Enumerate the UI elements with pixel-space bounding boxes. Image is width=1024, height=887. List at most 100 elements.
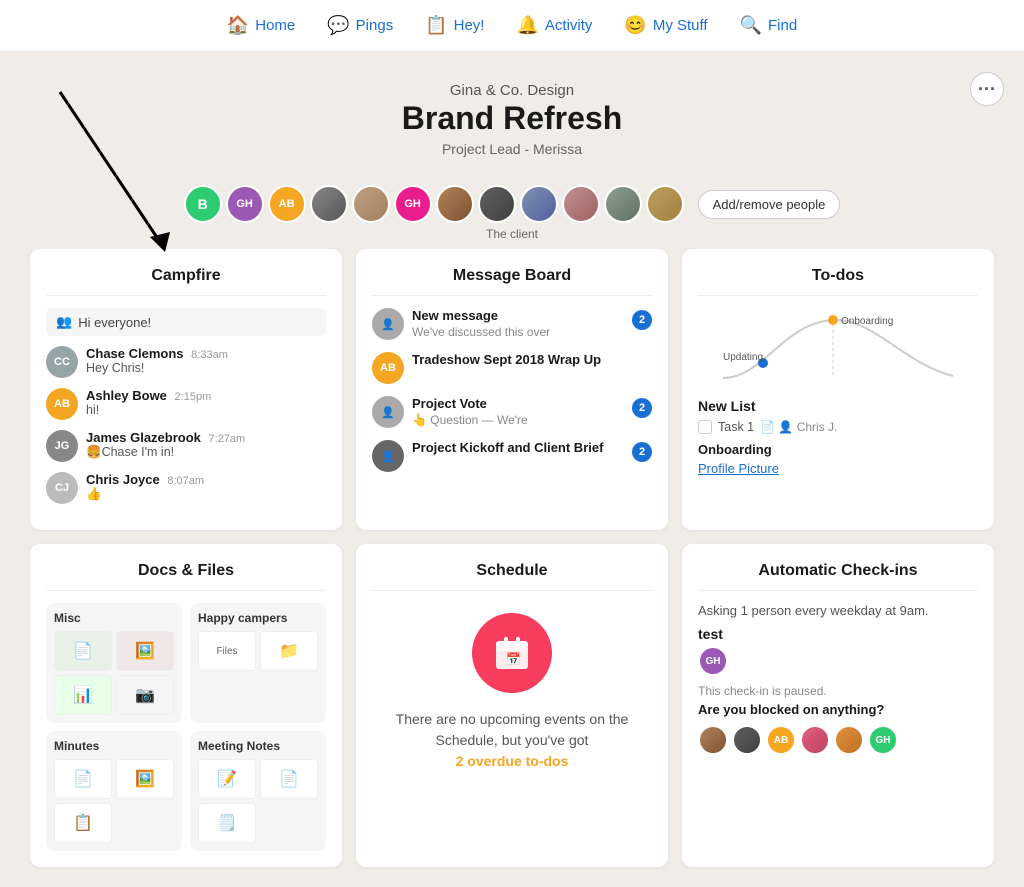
checkins-title: Automatic Check-ins bbox=[698, 562, 978, 591]
docs-file-7[interactable]: 📄 bbox=[54, 759, 112, 799]
docs-file-4[interactable]: 📷 bbox=[116, 675, 174, 715]
checkin-avatar-6[interactable]: GH bbox=[868, 725, 898, 755]
campfire-message-chris[interactable]: CJ Chris Joyce 8:07am 👍 bbox=[46, 472, 326, 504]
mb-avatar-2: AB bbox=[372, 352, 404, 384]
folder-name-misc: Misc bbox=[54, 611, 174, 625]
avatar-photo6[interactable] bbox=[562, 185, 600, 223]
mb-avatar-3: 👤 bbox=[372, 396, 404, 428]
avatar-photo8[interactable] bbox=[646, 185, 684, 223]
checkin-avatar-5[interactable] bbox=[834, 725, 864, 755]
checkin-avatar-3[interactable]: AB bbox=[766, 725, 796, 755]
campfire-message-james[interactable]: JG James Glazebrook 7:27am 🍔Chase I'm in… bbox=[46, 430, 326, 462]
svg-text:Updating: Updating bbox=[723, 352, 763, 363]
add-remove-people-button[interactable]: Add/remove people bbox=[698, 190, 841, 219]
profile-picture-link[interactable]: Profile Picture bbox=[698, 461, 978, 476]
nav-find[interactable]: 🔍 Find bbox=[740, 15, 798, 36]
nav-activity[interactable]: 🔔 Activity bbox=[516, 15, 592, 36]
avatar-photo4[interactable] bbox=[478, 185, 516, 223]
schedule-title: Schedule bbox=[372, 562, 652, 591]
find-icon: 🔍 bbox=[740, 15, 762, 36]
avatar-photo3[interactable] bbox=[436, 185, 474, 223]
nav-home[interactable]: 🏠 Home bbox=[227, 15, 295, 36]
avatar-chris: CJ bbox=[46, 472, 78, 504]
mb-badge-3: 2 bbox=[632, 398, 652, 418]
dashboard-grid: Campfire 👥 Hi everyone! CC Chase Clemons… bbox=[30, 249, 994, 867]
task-label: Task 1 bbox=[718, 420, 754, 434]
campfire-message-chase[interactable]: CC Chase Clemons 8:33am Hey Chris! bbox=[46, 346, 326, 378]
nav-home-label: Home bbox=[255, 17, 295, 34]
nav-mystuff[interactable]: 😊 My Stuff bbox=[624, 15, 707, 36]
hey-icon: 📋 bbox=[425, 15, 447, 36]
docs-folder-minutes[interactable]: Minutes 📄 🖼️ 📋 bbox=[46, 731, 182, 851]
todos-task-1[interactable]: Task 1 📄 👤 Chris J. bbox=[698, 420, 978, 434]
checkin-avatar-1[interactable] bbox=[698, 725, 728, 755]
campfire-message-ashley[interactable]: AB Ashley Bowe 2:15pm hi! bbox=[46, 388, 326, 420]
folder-name-happy-campers: Happy campers bbox=[198, 611, 318, 625]
checkin-description: Asking 1 person every weekday at 9am. bbox=[698, 603, 978, 618]
mb-badge-4: 2 bbox=[632, 442, 652, 462]
avatar-photo5[interactable] bbox=[520, 185, 558, 223]
project-header: Gina & Co. Design Brand Refresh Project … bbox=[30, 72, 994, 173]
checkins-card: Automatic Check-ins Asking 1 person ever… bbox=[682, 544, 994, 867]
docs-file-12[interactable]: 🗒️ bbox=[198, 803, 256, 843]
docs-file-5[interactable]: Files bbox=[198, 631, 256, 671]
avatar-B[interactable]: B bbox=[184, 185, 222, 223]
docs-folder-happy-campers[interactable]: Happy campers Files 📁 bbox=[190, 603, 326, 723]
nav-mystuff-label: My Stuff bbox=[653, 17, 708, 34]
avatar-ashley: AB bbox=[46, 388, 78, 420]
docs-folder-misc[interactable]: Misc 📄 🖼️ 📊 📷 bbox=[46, 603, 182, 723]
mb-item-new-message[interactable]: 👤 New message We've discussed this over … bbox=[372, 308, 652, 340]
nav-pings[interactable]: 💬 Pings bbox=[327, 15, 393, 36]
docs-folder-meeting-notes[interactable]: Meeting Notes 📝 📄 🗒️ bbox=[190, 731, 326, 851]
mb-item-tradeshow[interactable]: AB Tradeshow Sept 2018 Wrap Up bbox=[372, 352, 652, 384]
message-board-title: Message Board bbox=[372, 267, 652, 296]
main-content: ··· Gina & Co. Design Brand Refresh Proj… bbox=[0, 52, 1024, 887]
nav-hey-label: Hey! bbox=[454, 17, 485, 34]
schedule-content: 📅 There are no upcoming events on the Sc… bbox=[372, 603, 652, 782]
avatar-photo1[interactable] bbox=[310, 185, 348, 223]
msg-text-ashley: hi! bbox=[86, 403, 326, 417]
docs-file-9[interactable]: 📋 bbox=[54, 803, 112, 843]
svg-text:Onboarding: Onboarding bbox=[841, 316, 893, 327]
todos-chart: Onboarding Updating bbox=[698, 308, 978, 388]
task-assignee: 📄 👤 Chris J. bbox=[760, 420, 837, 434]
avatar-AB[interactable]: AB bbox=[268, 185, 306, 223]
people-row: B GH AB GH Add/remove people bbox=[30, 185, 994, 223]
mb-title-3: Project Vote bbox=[412, 396, 624, 413]
checkin-avatar-4[interactable] bbox=[800, 725, 830, 755]
task-checkbox[interactable] bbox=[698, 420, 712, 434]
avatar-photo7[interactable] bbox=[604, 185, 642, 223]
avatar-photo2[interactable] bbox=[352, 185, 390, 223]
msg-time-james: 7:27am bbox=[209, 433, 246, 445]
mb-item-kickoff[interactable]: 👤 Project Kickoff and Client Brief 2 bbox=[372, 440, 652, 472]
campfire-card: Campfire 👥 Hi everyone! CC Chase Clemons… bbox=[30, 249, 342, 530]
docs-file-3[interactable]: 📊 bbox=[54, 675, 112, 715]
nav-pings-label: Pings bbox=[356, 17, 394, 34]
docs-file-2[interactable]: 🖼️ bbox=[116, 631, 174, 671]
schedule-icon: 📅 bbox=[472, 613, 552, 693]
msg-name-ashley: Ashley Bowe bbox=[86, 388, 167, 403]
avatar-GH1[interactable]: GH bbox=[226, 185, 264, 223]
more-menu-button[interactable]: ··· bbox=[970, 72, 1004, 106]
todos-card: To-dos Onboarding Updating bbox=[682, 249, 994, 530]
campfire-title: Campfire bbox=[46, 267, 326, 296]
docs-file-11[interactable]: 📄 bbox=[260, 759, 318, 799]
nav-activity-label: Activity bbox=[545, 17, 593, 34]
checkin-avatar-2[interactable] bbox=[732, 725, 762, 755]
msg-name-chris: Chris Joyce bbox=[86, 472, 160, 487]
docs-file-8[interactable]: 🖼️ bbox=[116, 759, 174, 799]
campfire-hi-message: 👥 Hi everyone! bbox=[46, 308, 326, 336]
activity-icon: 🔔 bbox=[516, 15, 538, 36]
mb-item-project-vote[interactable]: 👤 Project Vote 👆 Question — We're 2 bbox=[372, 396, 652, 428]
msg-time-ashley: 2:15pm bbox=[175, 391, 212, 403]
docs-file-10[interactable]: 📝 bbox=[198, 759, 256, 799]
schedule-text: There are no upcoming events on the Sche… bbox=[372, 709, 652, 772]
msg-text-chris: 👍 bbox=[86, 487, 326, 502]
docs-file-1[interactable]: 📄 bbox=[54, 631, 112, 671]
mb-avatar-4: 👤 bbox=[372, 440, 404, 472]
nav-hey[interactable]: 📋 Hey! bbox=[425, 15, 484, 36]
todos-title: To-dos bbox=[698, 267, 978, 296]
avatar-GH2[interactable]: GH bbox=[394, 185, 432, 223]
docs-file-6[interactable]: 📁 bbox=[260, 631, 318, 671]
msg-name-james: James Glazebrook bbox=[86, 430, 201, 445]
